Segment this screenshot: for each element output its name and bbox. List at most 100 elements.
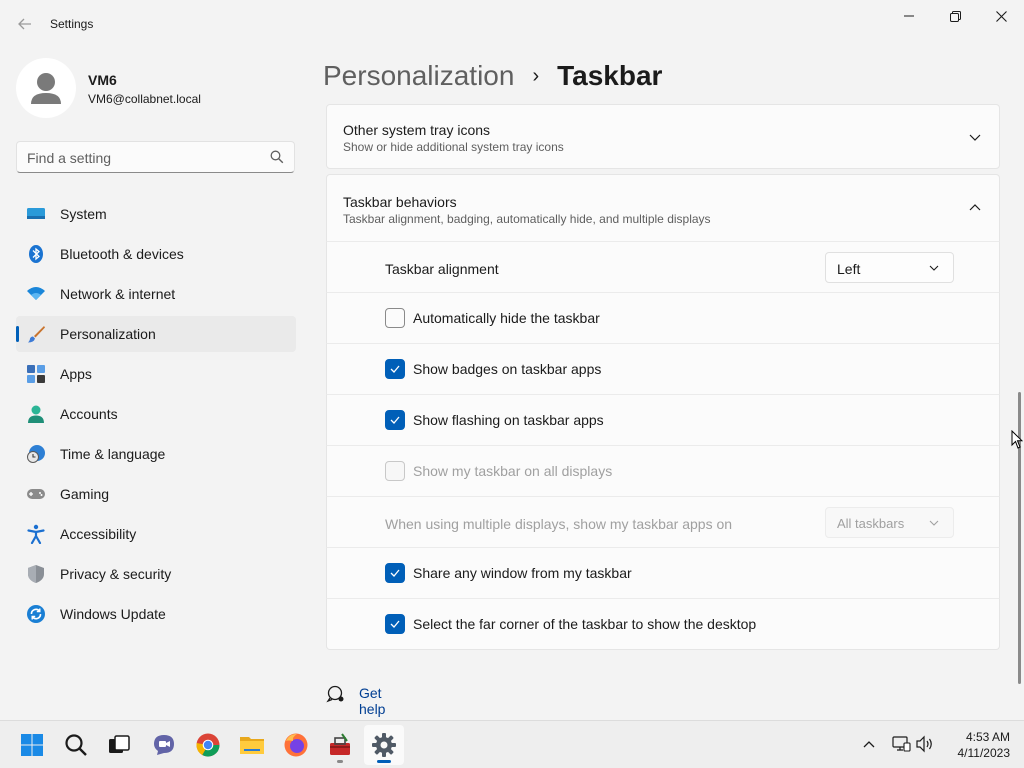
clock-time: 4:53 AM: [965, 730, 1010, 744]
section-subtitle: Show or hide additional system tray icon…: [343, 140, 564, 154]
back-button[interactable]: [12, 10, 38, 38]
accessibility-icon: [27, 524, 45, 544]
close-icon: [995, 10, 1007, 22]
teams-chat-button[interactable]: [144, 725, 184, 765]
sidebar-item-accessibility[interactable]: Accessibility: [16, 516, 296, 552]
search-icon: [270, 150, 284, 164]
system-icon: [27, 208, 45, 219]
alignment-dropdown[interactable]: Left: [825, 252, 954, 283]
chevron-up-icon: [863, 741, 875, 748]
minimize-button[interactable]: [886, 0, 932, 32]
teams-chat-icon: [154, 735, 174, 755]
minimize-icon: [904, 15, 914, 17]
setting-row-badges: Show badges on taskbar apps: [326, 343, 1000, 395]
breadcrumb: Personalization › Taskbar: [323, 58, 662, 94]
setting-row-multi-display: When using multiple displays, show my ta…: [326, 496, 1000, 548]
firefox-button[interactable]: [276, 725, 316, 765]
setting-row-flashing: Show flashing on taskbar apps: [326, 394, 1000, 446]
accounts-icon: [28, 405, 44, 423]
title-bar: Settings: [0, 0, 1024, 48]
settings-icon: [372, 733, 396, 757]
sidebar-item-system[interactable]: System: [16, 196, 296, 232]
breadcrumb-parent[interactable]: Personalization: [323, 60, 514, 92]
user-icon: [31, 73, 61, 104]
taskbar: 4:53 AM 4/11/2023: [0, 720, 1024, 768]
sidebar-item-network[interactable]: Network & internet: [16, 276, 296, 312]
sidebar-item-apps[interactable]: Apps: [16, 356, 296, 392]
chevron-down-icon: [929, 520, 939, 526]
setting-row-auto-hide: Automatically hide the taskbar: [326, 292, 1000, 344]
sidebar-item-accounts[interactable]: Accounts: [16, 396, 296, 432]
badges-checkbox[interactable]: [385, 359, 405, 379]
alignment-label: Taskbar alignment: [385, 261, 499, 277]
close-button[interactable]: [978, 0, 1024, 32]
checkmark-icon: [390, 569, 400, 577]
app-title: Settings: [50, 17, 94, 31]
active-indicator: [377, 760, 391, 763]
share-window-checkbox[interactable]: [385, 563, 405, 583]
clock-globe-icon: [27, 445, 45, 463]
restore-button[interactable]: [932, 0, 978, 32]
file-explorer-icon: [240, 737, 264, 754]
all-displays-label: Show my taskbar on all displays: [413, 463, 613, 479]
auto-hide-label[interactable]: Automatically hide the taskbar: [413, 310, 600, 326]
breadcrumb-separator: ›: [532, 64, 540, 87]
page-title: Taskbar: [557, 60, 663, 91]
settings-taskbar-button[interactable]: [364, 725, 404, 765]
all-displays-checkbox[interactable]: [385, 461, 405, 481]
shield-icon: [28, 565, 44, 583]
gamepad-icon: [27, 489, 45, 499]
volume-tray-button[interactable]: [914, 733, 936, 755]
start-button[interactable]: [12, 725, 52, 765]
tray-icons-section[interactable]: Other system tray icons Show or hide add…: [326, 104, 1000, 169]
user-profile[interactable]: VM6 VM6@collabnet.local: [16, 58, 296, 118]
start-icon: [21, 734, 43, 756]
taskbar-search-button[interactable]: [56, 725, 96, 765]
flashing-label[interactable]: Show flashing on taskbar apps: [413, 412, 604, 428]
sidebar-item-bluetooth[interactable]: Bluetooth & devices: [16, 236, 296, 272]
search-input[interactable]: Find a setting: [16, 141, 295, 173]
file-explorer-button[interactable]: [232, 725, 272, 765]
far-corner-label[interactable]: Select the far corner of the taskbar to …: [413, 616, 756, 632]
auto-hide-checkbox[interactable]: [385, 308, 405, 328]
section-subtitle: Taskbar alignment, badging, automaticall…: [343, 212, 711, 226]
chrome-button[interactable]: [188, 725, 228, 765]
setting-row-far-corner: Select the far corner of the taskbar to …: [326, 598, 1000, 650]
setting-row-all-displays: Show my taskbar on all displays: [326, 445, 1000, 497]
help-chat-icon: [326, 685, 344, 703]
running-indicator: [337, 760, 343, 763]
badges-label[interactable]: Show badges on taskbar apps: [413, 361, 601, 377]
chevron-down-icon: [969, 134, 981, 141]
network-icon: [892, 736, 911, 752]
sidebar-item-time-language[interactable]: Time & language: [16, 436, 296, 472]
taskbar-behaviors-section[interactable]: Taskbar behaviors Taskbar alignment, bad…: [326, 174, 1000, 242]
setting-row-alignment: Taskbar alignment Left: [326, 241, 1000, 293]
toolbox-app-button[interactable]: [320, 725, 360, 765]
mouse-cursor: [1011, 430, 1023, 449]
share-window-label[interactable]: Share any window from my taskbar: [413, 565, 632, 581]
sidebar-item-personalization[interactable]: Personalization: [16, 316, 296, 352]
sidebar-item-gaming[interactable]: Gaming: [16, 476, 296, 512]
system-clock[interactable]: 4:53 AM 4/11/2023: [944, 729, 1011, 761]
chevron-up-icon: [969, 204, 981, 211]
show-hidden-icons-button[interactable]: [858, 733, 880, 755]
section-title: Other system tray icons: [343, 122, 491, 138]
sidebar-item-privacy[interactable]: Privacy & security: [16, 556, 296, 592]
get-help-label[interactable]: Get help: [359, 685, 385, 717]
brush-icon: [28, 326, 45, 343]
network-tray-button[interactable]: [890, 733, 912, 755]
task-view-button[interactable]: [99, 725, 139, 765]
wifi-icon: [27, 287, 45, 300]
section-title: Taskbar behaviors: [343, 194, 457, 210]
multi-display-dropdown[interactable]: All taskbars: [825, 507, 954, 538]
bluetooth-icon: [29, 245, 43, 263]
sidebar-item-windows-update[interactable]: Windows Update: [16, 596, 296, 632]
clock-date: 4/11/2023: [957, 746, 1011, 760]
update-icon: [27, 605, 45, 623]
flashing-checkbox[interactable]: [385, 410, 405, 430]
search-icon: [65, 734, 87, 756]
task-view-icon: [109, 735, 130, 753]
checkmark-icon: [390, 620, 400, 628]
sidebar-nav: System Bluetooth & devices Network & int…: [16, 196, 296, 636]
far-corner-checkbox[interactable]: [385, 614, 405, 634]
